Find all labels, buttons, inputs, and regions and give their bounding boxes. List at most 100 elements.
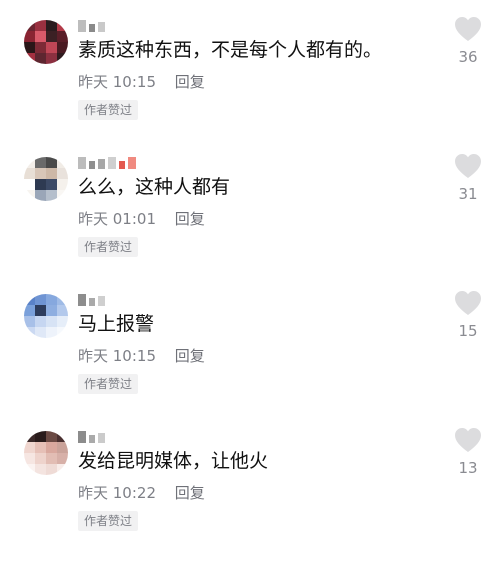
avatar-pixel bbox=[35, 305, 46, 316]
username-blurred[interactable] bbox=[78, 292, 105, 306]
avatar-pixel bbox=[57, 327, 68, 338]
avatar-pixel bbox=[57, 316, 68, 327]
username-pixel bbox=[78, 431, 86, 443]
avatar-pixel bbox=[57, 294, 68, 305]
avatar[interactable] bbox=[24, 157, 68, 201]
avatar-pixel bbox=[46, 327, 57, 338]
avatar-pixel bbox=[35, 327, 46, 338]
author-liked-badge: 作者赞过 bbox=[78, 374, 139, 394]
reply-button[interactable]: 回复 bbox=[175, 73, 205, 91]
avatar-pixel bbox=[24, 31, 35, 42]
heart-icon[interactable] bbox=[454, 16, 482, 42]
comment-text: 么么，这种人都有 bbox=[78, 176, 231, 198]
avatar-pixel bbox=[57, 179, 68, 190]
username-pixel bbox=[89, 24, 95, 32]
username-blurred[interactable] bbox=[78, 18, 105, 32]
avatar-pixel bbox=[57, 168, 68, 179]
avatar-pixel bbox=[24, 179, 35, 190]
like-count: 15 bbox=[458, 322, 478, 340]
comment-item: 么么，这种人都有 昨天 01:01 回复 作者赞过 31 bbox=[0, 154, 500, 294]
like-button[interactable]: 15 bbox=[446, 290, 490, 340]
avatar-pixel bbox=[57, 42, 68, 53]
avatar-pixel bbox=[24, 305, 35, 316]
username-pixel bbox=[89, 161, 95, 169]
avatar-pixel bbox=[24, 20, 35, 31]
comment-item: 发给昆明媒体，让他火 昨天 10:22 回复 作者赞过 13 bbox=[0, 428, 500, 568]
author-liked-badge: 作者赞过 bbox=[78, 100, 139, 120]
avatar-pixel bbox=[57, 53, 68, 64]
avatar-pixel bbox=[57, 31, 68, 42]
avatar-pixel bbox=[46, 42, 57, 53]
avatar-pixel bbox=[24, 453, 35, 464]
avatar-pixel bbox=[57, 190, 68, 201]
avatar-pixel bbox=[57, 453, 68, 464]
avatar-pixel bbox=[46, 316, 57, 327]
avatar-pixel bbox=[24, 190, 35, 201]
comment-text: 发给昆明媒体，让他火 bbox=[78, 450, 269, 472]
like-button[interactable]: 13 bbox=[446, 427, 490, 477]
avatar-pixel bbox=[35, 453, 46, 464]
avatar[interactable] bbox=[24, 294, 68, 338]
avatar-pixel bbox=[24, 464, 35, 475]
avatar-pixel bbox=[24, 157, 35, 168]
username-blurred[interactable] bbox=[78, 429, 105, 443]
author-liked-badge: 作者赞过 bbox=[78, 237, 139, 257]
avatar-pixel bbox=[35, 157, 46, 168]
avatar-pixel bbox=[35, 179, 46, 190]
avatar-pixel bbox=[46, 464, 57, 475]
avatar-pixel bbox=[35, 31, 46, 42]
username-pixel bbox=[98, 159, 105, 169]
avatar-pixel bbox=[35, 168, 46, 179]
heart-icon[interactable] bbox=[454, 427, 482, 453]
username-pixel bbox=[89, 435, 95, 443]
avatar-pixel bbox=[46, 179, 57, 190]
like-count: 36 bbox=[458, 48, 478, 66]
username-pixel bbox=[78, 20, 86, 32]
author-liked-badge: 作者赞过 bbox=[78, 511, 139, 531]
avatar-pixel bbox=[46, 453, 57, 464]
username-blurred[interactable] bbox=[78, 155, 136, 169]
avatar-pixel bbox=[46, 20, 57, 31]
avatar-pixel bbox=[46, 31, 57, 42]
username-pixel bbox=[98, 433, 105, 443]
comment-time: 昨天 01:01 bbox=[78, 210, 156, 228]
username-pixel bbox=[89, 298, 95, 306]
username-pixel bbox=[128, 157, 136, 169]
avatar-pixel bbox=[35, 316, 46, 327]
avatar-pixel bbox=[46, 431, 57, 442]
heart-icon[interactable] bbox=[454, 290, 482, 316]
comment-meta: 昨天 10:22 回复 bbox=[78, 483, 205, 503]
avatar[interactable] bbox=[24, 20, 68, 64]
comment-text: 素质这种东西，不是每个人都有的。 bbox=[78, 39, 383, 61]
avatar-pixel bbox=[24, 442, 35, 453]
reply-button[interactable]: 回复 bbox=[175, 210, 205, 228]
avatar-pixel bbox=[57, 431, 68, 442]
avatar-pixel bbox=[24, 168, 35, 179]
comment-time: 昨天 10:22 bbox=[78, 484, 156, 502]
like-button[interactable]: 36 bbox=[446, 16, 490, 66]
reply-button[interactable]: 回复 bbox=[175, 347, 205, 365]
avatar-pixel bbox=[46, 168, 57, 179]
comment-time: 昨天 10:15 bbox=[78, 347, 156, 365]
comment-meta: 昨天 10:15 回复 bbox=[78, 72, 205, 92]
avatar-pixel bbox=[46, 53, 57, 64]
avatar[interactable] bbox=[24, 431, 68, 475]
username-pixel bbox=[78, 294, 86, 306]
comment-time: 昨天 10:15 bbox=[78, 73, 156, 91]
avatar-pixel bbox=[46, 442, 57, 453]
avatar-pixel bbox=[24, 53, 35, 64]
like-button[interactable]: 31 bbox=[446, 153, 490, 203]
heart-icon[interactable] bbox=[454, 153, 482, 179]
reply-button[interactable]: 回复 bbox=[175, 484, 205, 502]
avatar-pixel bbox=[35, 42, 46, 53]
avatar-pixel bbox=[24, 327, 35, 338]
username-pixel bbox=[78, 157, 86, 169]
avatar-pixel bbox=[24, 431, 35, 442]
avatar-pixel bbox=[57, 464, 68, 475]
comment-text: 马上报警 bbox=[78, 313, 155, 335]
comment-meta: 昨天 01:01 回复 bbox=[78, 209, 205, 229]
avatar-pixel bbox=[46, 157, 57, 168]
avatar-pixel bbox=[35, 294, 46, 305]
avatar-pixel bbox=[46, 190, 57, 201]
comment-item: 素质这种东西，不是每个人都有的。 昨天 10:15 回复 作者赞过 36 bbox=[0, 17, 500, 157]
